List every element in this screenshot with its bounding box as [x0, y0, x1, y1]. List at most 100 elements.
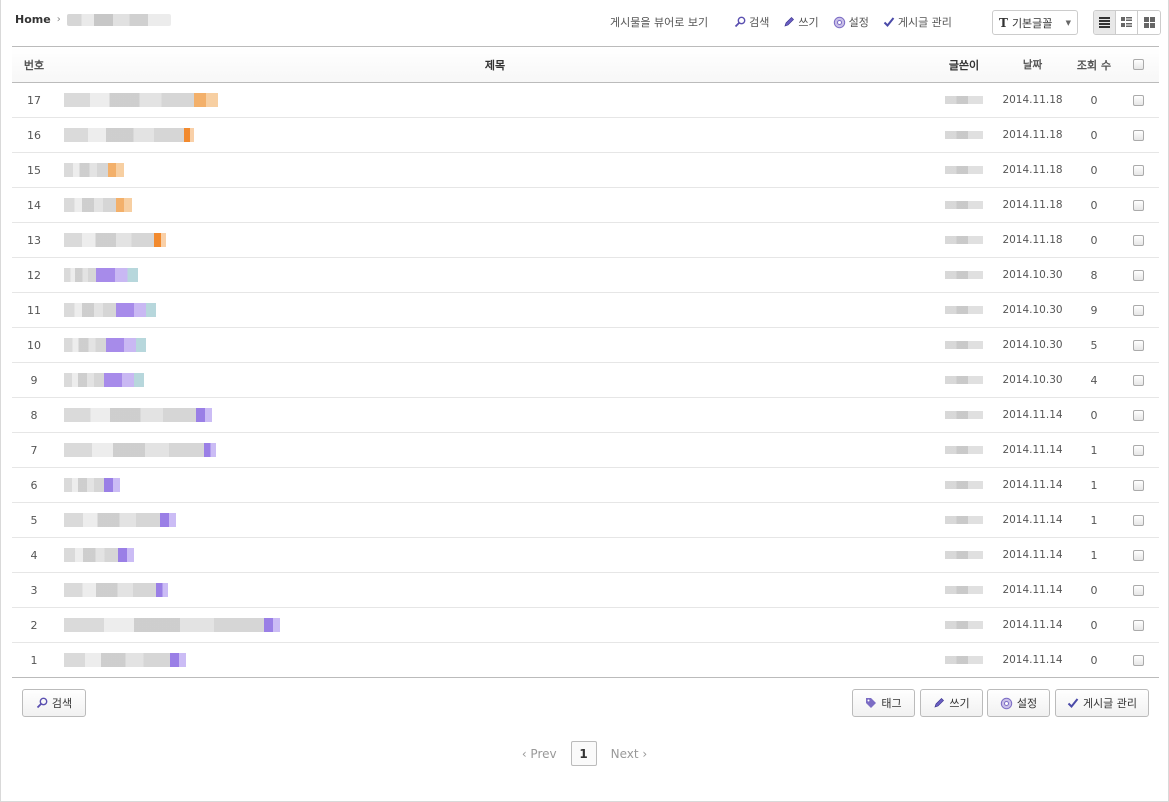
row-select[interactable]	[1117, 269, 1159, 281]
table-row[interactable]: 6 2014.11.14 1	[12, 468, 1159, 503]
font-select[interactable]: T 기본글꼴 ▼	[992, 10, 1078, 35]
table-row[interactable]: 5 2014.11.14 1	[12, 503, 1159, 538]
row-select[interactable]	[1117, 409, 1159, 421]
table-row[interactable]: 10 2014.10.30 5	[12, 328, 1159, 363]
pagination-prev[interactable]: ‹ Prev	[522, 747, 557, 761]
header-views[interactable]: 조회 수	[1071, 57, 1117, 73]
row-select[interactable]	[1117, 339, 1159, 351]
table-row[interactable]: 17 2014.11.18 0	[12, 83, 1159, 118]
gallery-view-button[interactable]	[1138, 11, 1160, 34]
pagination-next[interactable]: Next ›	[611, 747, 648, 761]
footer-write-button[interactable]: 쓰기	[920, 689, 983, 717]
row-author[interactable]	[934, 621, 994, 629]
table-row[interactable]: 13 2014.11.18 0	[12, 223, 1159, 258]
row-select[interactable]	[1117, 619, 1159, 631]
row-checkbox[interactable]	[1132, 479, 1144, 491]
row-title-link[interactable]	[56, 408, 934, 422]
row-checkbox[interactable]	[1132, 514, 1144, 526]
table-row[interactable]: 11 2014.10.30 9	[12, 293, 1159, 328]
pagination-current-page[interactable]: 1	[570, 741, 597, 766]
row-checkbox[interactable]	[1132, 409, 1144, 421]
table-row[interactable]: 16 2014.11.18 0	[12, 118, 1159, 153]
row-title-link[interactable]	[56, 478, 934, 492]
row-select[interactable]	[1117, 444, 1159, 456]
row-author[interactable]	[934, 481, 994, 489]
list-view-button[interactable]	[1094, 11, 1116, 34]
row-select[interactable]	[1117, 654, 1159, 666]
row-title-link[interactable]	[56, 338, 934, 352]
header-date[interactable]: 날짜	[994, 57, 1071, 72]
row-select[interactable]	[1117, 94, 1159, 106]
footer-settings-button[interactable]: 설정	[987, 689, 1050, 717]
row-checkbox[interactable]	[1132, 619, 1144, 631]
row-title-link[interactable]	[56, 93, 934, 107]
top-settings-link[interactable]: 설정	[833, 14, 869, 30]
row-author[interactable]	[934, 166, 994, 174]
row-title-link[interactable]	[56, 198, 934, 212]
row-title-link[interactable]	[56, 548, 934, 562]
row-author[interactable]	[934, 446, 994, 454]
row-select[interactable]	[1117, 234, 1159, 246]
footer-manage-button[interactable]: 게시글 관리	[1055, 689, 1149, 717]
table-row[interactable]: 4 2014.11.14 1	[12, 538, 1159, 573]
top-manage-link[interactable]: 게시글 관리	[883, 14, 952, 30]
table-row[interactable]: 7 2014.11.14 1	[12, 433, 1159, 468]
footer-search-button[interactable]: 검색	[22, 689, 86, 717]
row-author[interactable]	[934, 516, 994, 524]
row-author[interactable]	[934, 131, 994, 139]
row-author[interactable]	[934, 376, 994, 384]
row-checkbox[interactable]	[1132, 444, 1144, 456]
top-search-link[interactable]: 검색	[734, 14, 769, 30]
row-checkbox[interactable]	[1132, 549, 1144, 561]
row-select[interactable]	[1117, 129, 1159, 141]
row-author[interactable]	[934, 96, 994, 104]
row-checkbox[interactable]	[1132, 164, 1144, 176]
row-title-link[interactable]	[56, 233, 934, 247]
row-checkbox[interactable]	[1132, 374, 1144, 386]
breadcrumb-home[interactable]: Home	[15, 13, 51, 26]
row-select[interactable]	[1117, 514, 1159, 526]
table-row[interactable]: 8 2014.11.14 0	[12, 398, 1159, 433]
row-checkbox[interactable]	[1132, 234, 1144, 246]
row-checkbox[interactable]	[1132, 584, 1144, 596]
breadcrumb-current-blurred[interactable]	[66, 13, 171, 26]
footer-tag-button[interactable]: 태그	[852, 689, 915, 717]
row-title-link[interactable]	[56, 373, 934, 387]
row-author[interactable]	[934, 306, 994, 314]
table-row[interactable]: 1 2014.11.14 0	[12, 643, 1159, 678]
row-author[interactable]	[934, 411, 994, 419]
row-author[interactable]	[934, 236, 994, 244]
row-title-link[interactable]	[56, 443, 934, 457]
row-title-link[interactable]	[56, 583, 934, 597]
row-checkbox[interactable]	[1132, 129, 1144, 141]
row-checkbox[interactable]	[1132, 269, 1144, 281]
row-checkbox[interactable]	[1132, 199, 1144, 211]
table-row[interactable]: 14 2014.11.18 0	[12, 188, 1159, 223]
row-select[interactable]	[1117, 549, 1159, 561]
row-checkbox[interactable]	[1132, 304, 1144, 316]
row-title-link[interactable]	[56, 513, 934, 527]
table-row[interactable]: 15 2014.11.18 0	[12, 153, 1159, 188]
view-as-viewer-link[interactable]: 게시물을 뷰어로 보기	[610, 14, 708, 30]
row-select[interactable]	[1117, 304, 1159, 316]
row-title-link[interactable]	[56, 268, 934, 282]
top-write-link[interactable]: 쓰기	[783, 14, 819, 30]
row-author[interactable]	[934, 551, 994, 559]
row-author[interactable]	[934, 656, 994, 664]
select-all-checkbox[interactable]	[1132, 59, 1144, 70]
row-select[interactable]	[1117, 479, 1159, 491]
row-title-link[interactable]	[56, 128, 934, 142]
row-select[interactable]	[1117, 164, 1159, 176]
table-row[interactable]: 12 2014.10.30 8	[12, 258, 1159, 293]
row-checkbox[interactable]	[1132, 339, 1144, 351]
row-title-link[interactable]	[56, 303, 934, 317]
row-title-link[interactable]	[56, 618, 934, 632]
row-author[interactable]	[934, 201, 994, 209]
table-row[interactable]: 9 2014.10.30 4	[12, 363, 1159, 398]
row-select[interactable]	[1117, 584, 1159, 596]
row-select[interactable]	[1117, 374, 1159, 386]
row-title-link[interactable]	[56, 653, 934, 667]
row-select[interactable]	[1117, 199, 1159, 211]
row-author[interactable]	[934, 271, 994, 279]
row-author[interactable]	[934, 341, 994, 349]
